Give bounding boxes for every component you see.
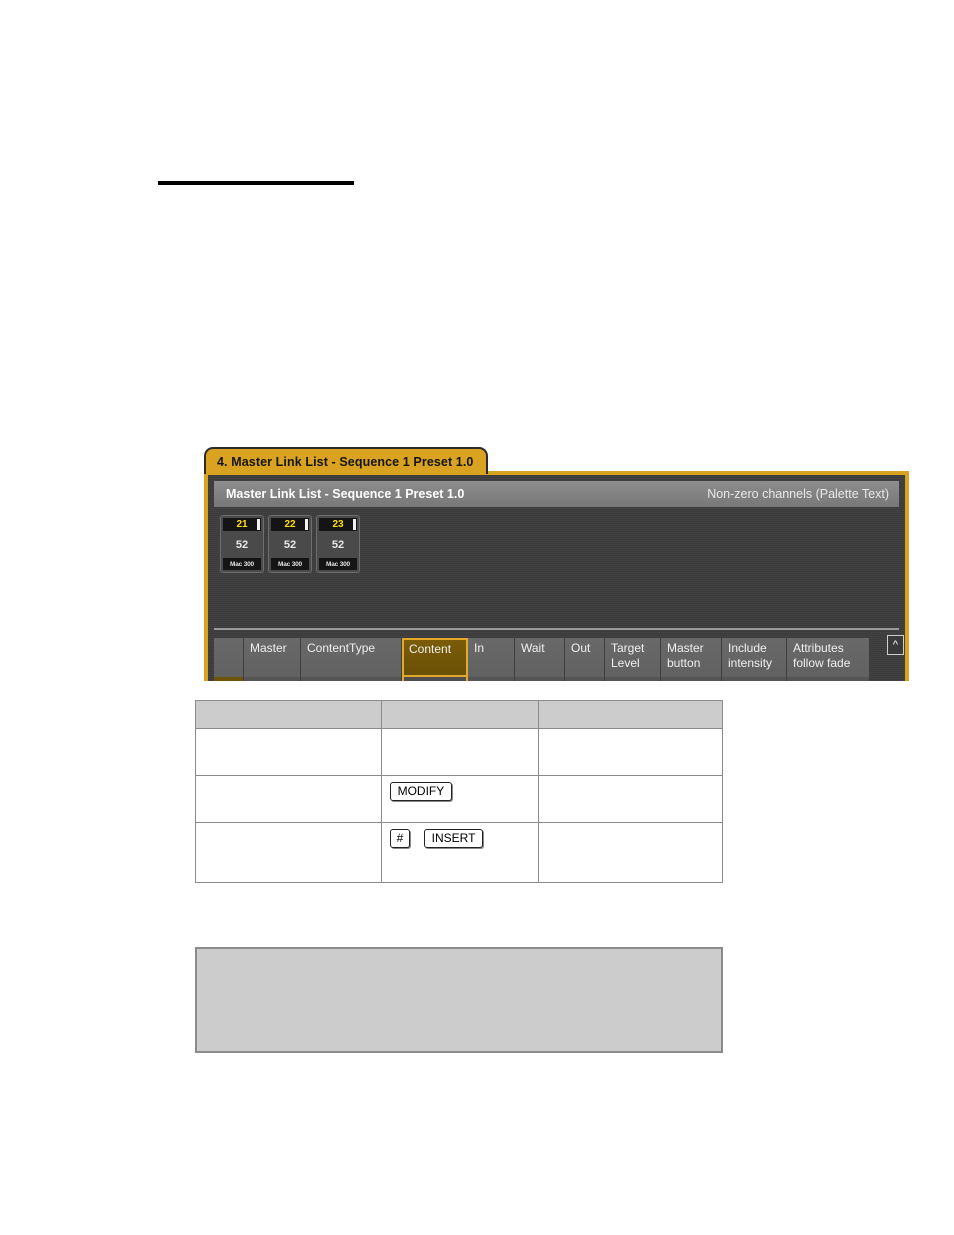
grid-cell-master-button[interactable]: Default [661, 677, 722, 681]
grid-cell-attributes-follow-fade-check[interactable]: ✔ [787, 677, 870, 681]
channel-value: 52 [283, 538, 297, 551]
grid-row-marker[interactable] [214, 677, 244, 681]
table-row: MODIFY [195, 775, 723, 823]
master-link-list-figure: 4. Master Link List - Sequence 1 Preset … [204, 447, 909, 681]
channel-flag-icon [257, 519, 260, 530]
grid-header-row: Master ContentType Content In Wait Out T… [214, 638, 899, 677]
scroll-up-arrow-icon[interactable]: ^ [887, 635, 904, 655]
procedure-cell-result [538, 728, 723, 776]
channel-flag-icon [305, 519, 308, 530]
grid-cell-contenttype[interactable]: Preset [301, 677, 402, 681]
grid-cell-content[interactable]: 0.3 [402, 677, 468, 681]
channel-tile[interactable]: 22 52 Mac 300 [268, 515, 312, 573]
panel-separator [214, 628, 899, 630]
procedure-cell-step [195, 775, 382, 823]
grid-header-in[interactable]: In [468, 638, 515, 677]
procedure-cell-result [538, 822, 723, 883]
grid-header-wait[interactable]: Wait [515, 638, 565, 677]
procedure-header-result [538, 700, 723, 729]
modify-key-button[interactable]: MODIFY [389, 782, 453, 801]
section-divider-rule [158, 181, 354, 185]
grid-header-master-button[interactable]: Master button [661, 638, 722, 677]
channel-fixture-name: Mac 300 [223, 558, 261, 570]
window-tab[interactable]: 4. Master Link List - Sequence 1 Preset … [204, 447, 488, 474]
grid-header-attributes-follow-fade[interactable]: Attributes follow fade [787, 638, 870, 677]
grid-header-contenttype[interactable]: ContentType [301, 638, 402, 677]
channel-tile-list: 21 52 Mac 300 22 52 Mac 300 23 52 Mac 30… [214, 515, 899, 575]
procedure-table-header-row [195, 700, 723, 729]
grid-row[interactable]: 1 Preset 0.3 *** 100% Default ✔ ✔ [214, 677, 899, 681]
channel-value: 52 [235, 538, 249, 551]
window-header-title: Master Link List - Sequence 1 Preset 1.0 [226, 487, 465, 501]
window-header-bar: Master Link List - Sequence 1 Preset 1.0… [214, 481, 899, 507]
procedure-cell-keys: # INSERT [380, 822, 540, 883]
channel-number: 21 [223, 518, 261, 531]
grid-cell-out[interactable] [565, 677, 605, 681]
procedure-cell-step [195, 822, 382, 883]
window-header-mode-label: Non-zero channels (Palette Text) [707, 487, 889, 501]
window-body: Master Link List - Sequence 1 Preset 1.0… [204, 471, 909, 681]
grid-cell-master[interactable]: 1 [244, 677, 301, 681]
grid-cell-include-intensity-check[interactable]: ✔ [722, 677, 787, 681]
hash-key-button[interactable]: # [389, 829, 411, 848]
cross-reference-link[interactable] [249, 910, 367, 925]
grid-header-include-intensity[interactable]: Include intensity [722, 638, 787, 677]
procedure-header-keys [380, 700, 540, 729]
procedure-table: MODIFY # INSERT [195, 700, 723, 883]
channel-fixture-name: Mac 300 [319, 558, 357, 570]
note-box [195, 947, 723, 1053]
channel-fixture-name: Mac 300 [271, 558, 309, 570]
procedure-cell-result [538, 775, 723, 823]
table-row [195, 728, 723, 776]
master-link-grid: Master ContentType Content In Wait Out T… [214, 638, 899, 681]
insert-key-button[interactable]: INSERT [423, 829, 484, 848]
channel-number: 23 [319, 518, 357, 531]
grid-header-target-level[interactable]: Target Level [605, 638, 661, 677]
grid-header-rowmark [214, 638, 244, 677]
window-tab-label: 4. Master Link List - Sequence 1 Preset … [217, 454, 474, 469]
procedure-header-step [195, 700, 382, 729]
grid-cell-in[interactable]: *** [468, 677, 515, 681]
channel-tile[interactable]: 23 52 Mac 300 [316, 515, 360, 573]
table-row: # INSERT [195, 822, 723, 883]
grid-cell-target-level[interactable]: 100% [605, 677, 661, 681]
channel-tile[interactable]: 21 52 Mac 300 [220, 515, 264, 573]
procedure-cell-keys: MODIFY [380, 775, 540, 823]
channel-flag-icon [353, 519, 356, 530]
grid-cell-wait[interactable] [515, 677, 565, 681]
channel-value: 52 [331, 538, 345, 551]
procedure-cell-step [195, 728, 382, 776]
grid-header-content[interactable]: Content [402, 638, 468, 677]
grid-header-out[interactable]: Out [565, 638, 605, 677]
procedure-cell-keys [380, 728, 540, 776]
grid-header-master[interactable]: Master [244, 638, 301, 677]
channel-number: 22 [271, 518, 309, 531]
